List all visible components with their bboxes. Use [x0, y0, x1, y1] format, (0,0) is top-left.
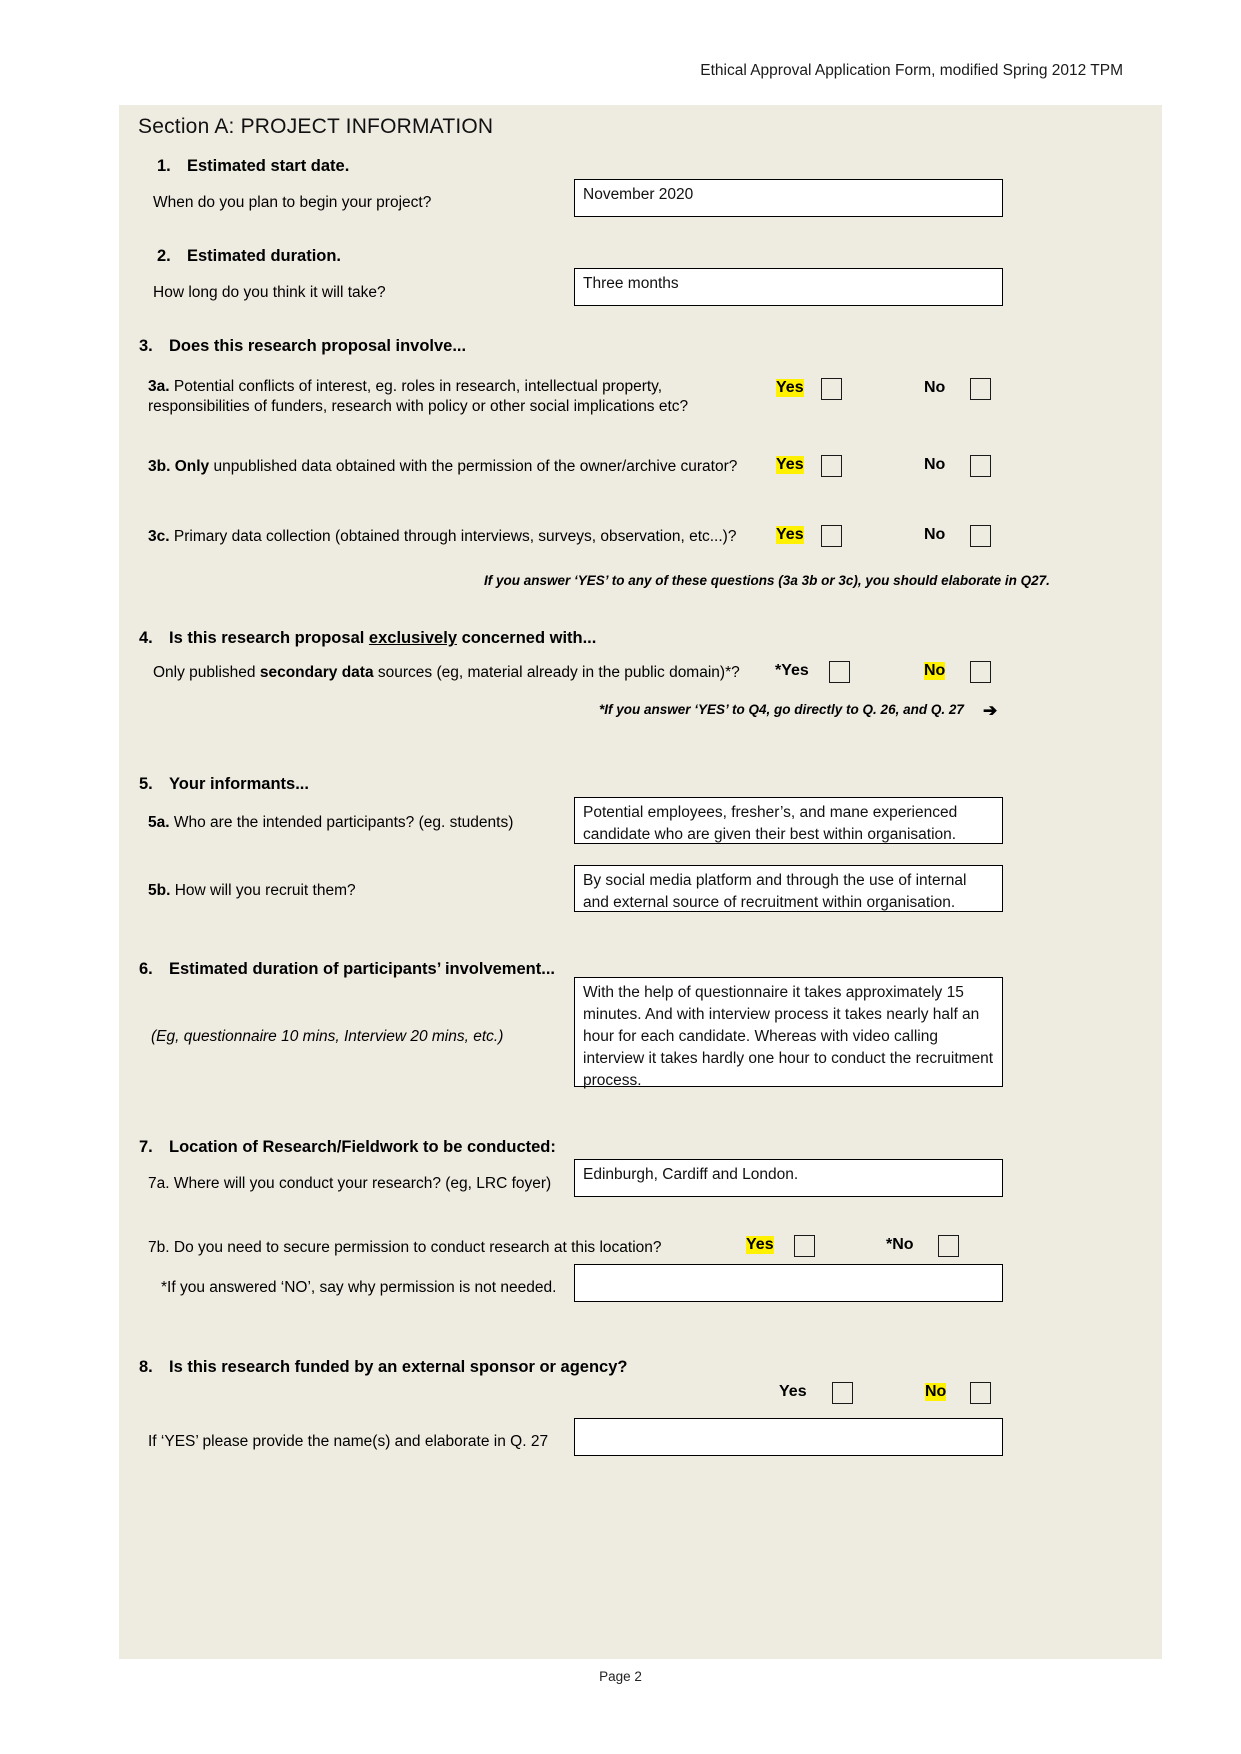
question-7b-yes-checkbox[interactable]: [794, 1235, 815, 1257]
question-7a-prompt-text: Where will you conduct your research? (e…: [173, 1175, 552, 1192]
question-7-number: 7.: [139, 1138, 153, 1156]
question-3c-no-checkbox[interactable]: [970, 525, 991, 547]
question-7a-prompt: 7a. Where will you conduct your research…: [148, 1174, 551, 1194]
question-8-title: Is this research funded by an external s…: [169, 1358, 628, 1376]
question-3c-text: 3c. Primary data collection (obtained th…: [148, 527, 768, 547]
question-4-yes-checkbox[interactable]: [829, 661, 850, 683]
question-5a-prompt: 5a. Who are the intended participants? (…: [148, 813, 513, 833]
question-2-prompt: How long do you think it will take?: [153, 284, 386, 301]
question-5b-label: 5b.: [148, 882, 171, 899]
question-4-title-underlined: exclusively: [368, 629, 457, 647]
question-4-skip-note: *If you answer ‘YES’ to Q4, go directly …: [599, 702, 964, 717]
question-3a-yes-checkbox[interactable]: [821, 378, 842, 400]
question-3a-text: 3a. Potential conflicts of interest, eg.…: [148, 377, 708, 418]
question-1-number: 1.: [157, 157, 171, 175]
page-footer: Page 2: [599, 1669, 642, 1684]
question-5a-label: 5a.: [148, 814, 170, 831]
question-3a-line2: responsibilities of funders, research wi…: [148, 398, 689, 416]
question-6-hint: (Eg, questionnaire 10 mins, Interview 20…: [151, 1028, 504, 1045]
question-3c-no-label: No: [924, 526, 946, 543]
question-4-no-label: No: [924, 662, 946, 680]
question-7b-yes-label: Yes: [746, 1236, 774, 1254]
question-5b-prompt-text: How will you recruit them?: [174, 882, 356, 899]
question-3b-text: 3b. Only unpublished data obtained with …: [148, 457, 748, 477]
question-8-followup-prompt: If ‘YES’ please provide the name(s) and …: [148, 1433, 549, 1450]
question-6-title: Estimated duration of participants’ invo…: [169, 960, 555, 978]
question-4-yes-label: *Yes: [775, 662, 809, 679]
question-1-answer-field[interactable]: November 2020: [574, 179, 1003, 217]
question-7b-no-label: *No: [886, 1236, 914, 1253]
question-1-title: Estimated start date.: [187, 157, 350, 175]
question-7b-prompt-text: Do you need to secure permission to cond…: [173, 1239, 662, 1256]
question-3a-no-label: No: [924, 379, 946, 396]
question-4-no-checkbox[interactable]: [970, 661, 991, 683]
question-3-title: Does this research proposal involve...: [169, 337, 467, 355]
question-3b-bold-word: Only: [174, 458, 210, 475]
question-7-title: Location of Research/Fieldwork to be con…: [169, 1138, 556, 1156]
question-8-no-label: No: [925, 1383, 947, 1401]
question-5b-answer-field[interactable]: By social media platform and through the…: [574, 865, 1003, 912]
question-3c-yes-label: Yes: [776, 526, 804, 544]
question-8-followup-field[interactable]: [574, 1418, 1003, 1456]
question-7b-label: 7b.: [148, 1239, 170, 1256]
question-5a-prompt-text: Who are the intended participants? (eg. …: [173, 814, 514, 831]
question-8-no-checkbox[interactable]: [970, 1382, 991, 1404]
arrow-right-icon: ➔: [983, 701, 998, 720]
question-5a-answer-field[interactable]: Potential employees, fresher’s, and mane…: [574, 797, 1003, 844]
section-heading: Section A: PROJECT INFORMATION: [138, 115, 494, 138]
question-6-number: 6.: [139, 960, 153, 978]
question-8-number: 8.: [139, 1358, 153, 1376]
question-4-prompt-post: sources (eg, material already in the pub…: [373, 664, 740, 681]
question-4-title-after: concerned with...: [457, 629, 597, 647]
question-2-number: 2.: [157, 247, 171, 265]
question-7b-prompt: 7b. Do you need to secure permission to …: [148, 1238, 662, 1258]
question-4-title: Is this research proposal exclusively co…: [169, 629, 596, 648]
question-8-yes-label: Yes: [779, 1383, 807, 1400]
question-4-prompt-pre: Only published: [153, 664, 260, 681]
question-5-title: Your informants...: [169, 775, 309, 793]
question-3b-yes-checkbox[interactable]: [821, 455, 842, 477]
question-7b-no-checkbox[interactable]: [938, 1235, 959, 1257]
question-3b-no-label: No: [924, 456, 946, 473]
document-header: Ethical Approval Application Form, modif…: [700, 62, 1123, 79]
question-7b-followup-field[interactable]: [574, 1264, 1003, 1302]
question-7a-answer-field[interactable]: Edinburgh, Cardiff and London.: [574, 1159, 1003, 1197]
question-3a-label: 3a.: [148, 378, 170, 395]
question-3-number: 3.: [139, 337, 153, 355]
form-page-body: Section A: PROJECT INFORMATION 1. Estima…: [119, 105, 1162, 1659]
question-3c-label: 3c.: [148, 528, 170, 545]
question-8-yes-checkbox[interactable]: [832, 1382, 853, 1404]
question-6-answer-field[interactable]: With the help of questionnaire it takes …: [574, 977, 1003, 1089]
question-3b-label: 3b.: [148, 458, 171, 475]
question-2-title: Estimated duration.: [187, 247, 342, 265]
question-3-elaborate-note: If you answer ‘YES’ to any of these ques…: [484, 573, 1050, 588]
question-7a-label: 7a.: [148, 1175, 170, 1192]
question-3b-body: unpublished data obtained with the permi…: [213, 458, 738, 475]
question-2-answer-field[interactable]: Three months: [574, 268, 1003, 306]
question-3c-body: Primary data collection (obtained throug…: [173, 528, 737, 545]
question-3a-no-checkbox[interactable]: [970, 378, 991, 400]
question-4-number: 4.: [139, 629, 153, 647]
question-3a-yes-label: Yes: [776, 379, 804, 397]
question-3b-yes-label: Yes: [776, 456, 804, 474]
question-3b-no-checkbox[interactable]: [970, 455, 991, 477]
question-4-title-before: Is this research proposal: [169, 629, 369, 647]
question-3c-yes-checkbox[interactable]: [821, 525, 842, 547]
question-4-prompt: Only published secondary data sources (e…: [153, 663, 753, 683]
question-7b-followup-prompt: *If you answered ‘NO’, say why permissio…: [161, 1279, 557, 1296]
question-3a-line1: Potential conflicts of interest, eg. rol…: [173, 378, 663, 395]
question-5-number: 5.: [139, 775, 153, 793]
question-5b-prompt: 5b. How will you recruit them?: [148, 881, 356, 901]
question-4-prompt-bold: secondary data: [259, 664, 374, 681]
question-1-prompt: When do you plan to begin your project?: [153, 194, 432, 211]
